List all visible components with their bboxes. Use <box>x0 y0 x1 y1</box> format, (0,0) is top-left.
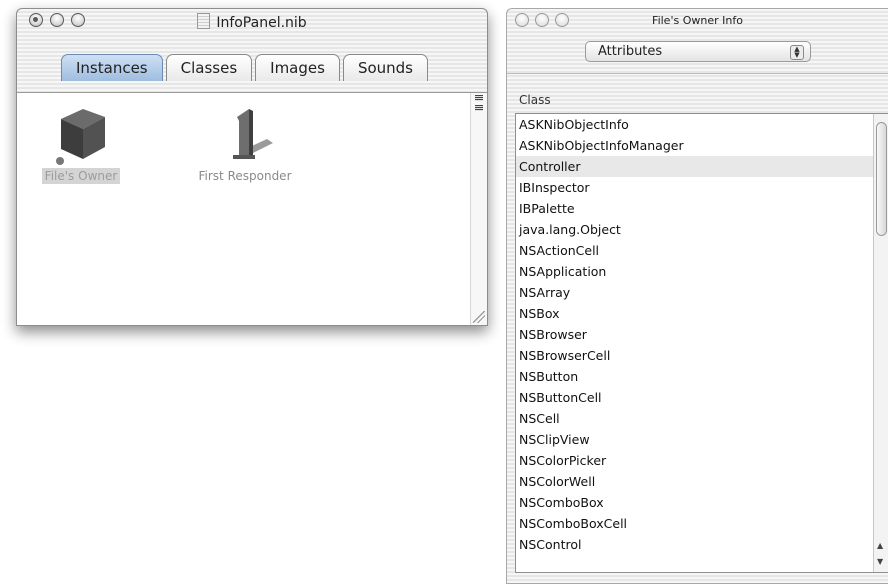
class-list-item[interactable]: Controller <box>516 156 888 177</box>
nib-window-titlebar[interactable]: InfoPanel.nib <box>17 9 487 33</box>
class-list-item[interactable]: IBInspector <box>516 177 888 198</box>
info-window: File's Owner Info Attributes ▲ ▼ Class AS… <box>506 8 888 584</box>
class-list-item[interactable]: NSApplication <box>516 261 888 282</box>
class-list-item[interactable]: java.lang.Object <box>516 219 888 240</box>
first-responder-icon <box>233 109 273 159</box>
class-list-item[interactable]: ASKNibObjectInfoManager <box>516 135 888 156</box>
class-list-item[interactable]: NSColorPicker <box>516 450 888 471</box>
class-list-item[interactable]: NSBox <box>516 303 888 324</box>
class-list-item[interactable]: NSButtonCell <box>516 387 888 408</box>
class-list-item[interactable]: NSComboBox <box>516 492 888 513</box>
class-list-item[interactable]: NSClipView <box>516 429 888 450</box>
tab-sounds[interactable]: Sounds <box>342 54 428 81</box>
class-list-item[interactable]: NSButton <box>516 366 888 387</box>
class-list-scrollbar[interactable]: ▲ ▼ <box>873 114 888 572</box>
class-list-item[interactable]: NSControl <box>516 534 888 555</box>
class-list-item[interactable]: NSArray <box>516 282 888 303</box>
divider <box>507 73 888 74</box>
class-list-item[interactable]: NSBrowser <box>516 324 888 345</box>
class-list-item[interactable]: ASKNibObjectInfo <box>516 114 888 135</box>
info-window-title: File's Owner Info <box>652 14 743 27</box>
scroll-up-arrow-icon[interactable] <box>475 95 483 101</box>
scroll-down-arrow-icon[interactable] <box>475 105 483 111</box>
class-list-item[interactable]: NSColorWell <box>516 471 888 492</box>
scroll-down-arrow-icon[interactable]: ▼ <box>877 557 883 566</box>
class-list-item[interactable]: NSComboBoxCell <box>516 513 888 534</box>
instance-label: First Responder <box>198 169 292 183</box>
window-title: InfoPanel.nib <box>17 13 487 31</box>
instance-label: File's Owner <box>41 168 121 184</box>
inspector-mode-popup[interactable]: Attributes ▲ ▼ <box>585 41 811 62</box>
instance-files-owner[interactable]: File's Owner <box>31 103 131 184</box>
popup-value: Attributes <box>598 44 663 59</box>
tab-bar: Instances Classes Images Sounds <box>17 33 487 93</box>
window-title-text: InfoPanel.nib <box>216 15 307 31</box>
class-list-item[interactable]: NSCell <box>516 408 888 429</box>
vertical-scrollbar[interactable] <box>470 93 487 325</box>
nib-document-icon <box>197 13 211 29</box>
class-list-item[interactable]: NSBrowserCell <box>516 345 888 366</box>
popup-stepper-icon: ▲ ▼ <box>790 45 804 60</box>
class-list-item[interactable]: NSActionCell <box>516 240 888 261</box>
tab-images[interactable]: Images <box>255 54 340 81</box>
instances-pane: File's Owner First Responder <box>17 92 487 325</box>
class-header: Class <box>519 93 551 107</box>
scroll-up-arrow-icon[interactable]: ▲ <box>877 541 883 550</box>
tab-classes[interactable]: Classes <box>165 54 253 81</box>
nib-window: InfoPanel.nib Instances Classes Images S… <box>16 8 488 326</box>
class-list[interactable]: ASKNibObjectInfo ASKNibObjectInfoManager C… <box>515 113 888 573</box>
instance-first-responder[interactable]: First Responder <box>185 103 305 184</box>
cube-icon <box>56 109 105 165</box>
resize-grip-icon[interactable] <box>473 311 485 323</box>
scroll-thumb[interactable] <box>876 122 887 236</box>
tab-instances[interactable]: Instances <box>61 54 163 81</box>
class-list-item[interactable]: IBPalette <box>516 198 888 219</box>
